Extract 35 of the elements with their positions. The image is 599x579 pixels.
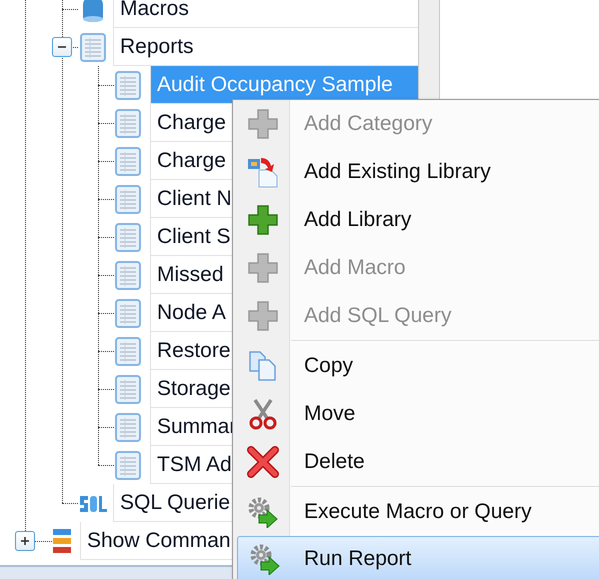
library-icon: [246, 156, 278, 188]
copy-icon: [246, 350, 278, 382]
gear-arrow-icon: [248, 543, 280, 575]
report-icon: [115, 222, 141, 252]
plus-icon: [246, 204, 278, 236]
expand-button[interactable]: [15, 531, 35, 551]
report-icon: [115, 108, 141, 138]
menu-item[interactable]: Move: [233, 390, 599, 438]
plus-icon: [246, 252, 278, 284]
report-icon: [115, 146, 141, 176]
menu-item[interactable]: Copy: [233, 342, 599, 390]
report-icon: [115, 336, 141, 366]
report-icon: [115, 374, 141, 404]
stacked-bars-icon: [52, 528, 72, 554]
report-icon: [115, 298, 141, 328]
collapse-button[interactable]: [52, 37, 72, 57]
report-icon: [80, 32, 106, 62]
tree-item[interactable]: Macros: [113, 0, 418, 28]
report-icon: [115, 184, 141, 214]
plus-icon: [246, 108, 278, 140]
plus-icon: [246, 300, 278, 332]
report-icon: [115, 70, 141, 100]
report-icon: [115, 412, 141, 442]
menu-item[interactable]: Add Library: [233, 196, 599, 244]
scissors-icon: [246, 398, 278, 430]
menu-item[interactable]: Execute Macro or Query: [233, 488, 599, 536]
menu-item[interactable]: Delete: [233, 438, 599, 486]
menu-item[interactable]: Run Report: [237, 536, 599, 579]
macro-icon: [80, 0, 106, 24]
menu-item[interactable]: Add Existing Library: [233, 148, 599, 196]
gear-arrow-icon: [246, 496, 278, 528]
report-icon: [115, 450, 141, 480]
plus-icon: [19, 535, 31, 547]
delete-icon: [246, 446, 278, 478]
report-icon: [115, 260, 141, 290]
